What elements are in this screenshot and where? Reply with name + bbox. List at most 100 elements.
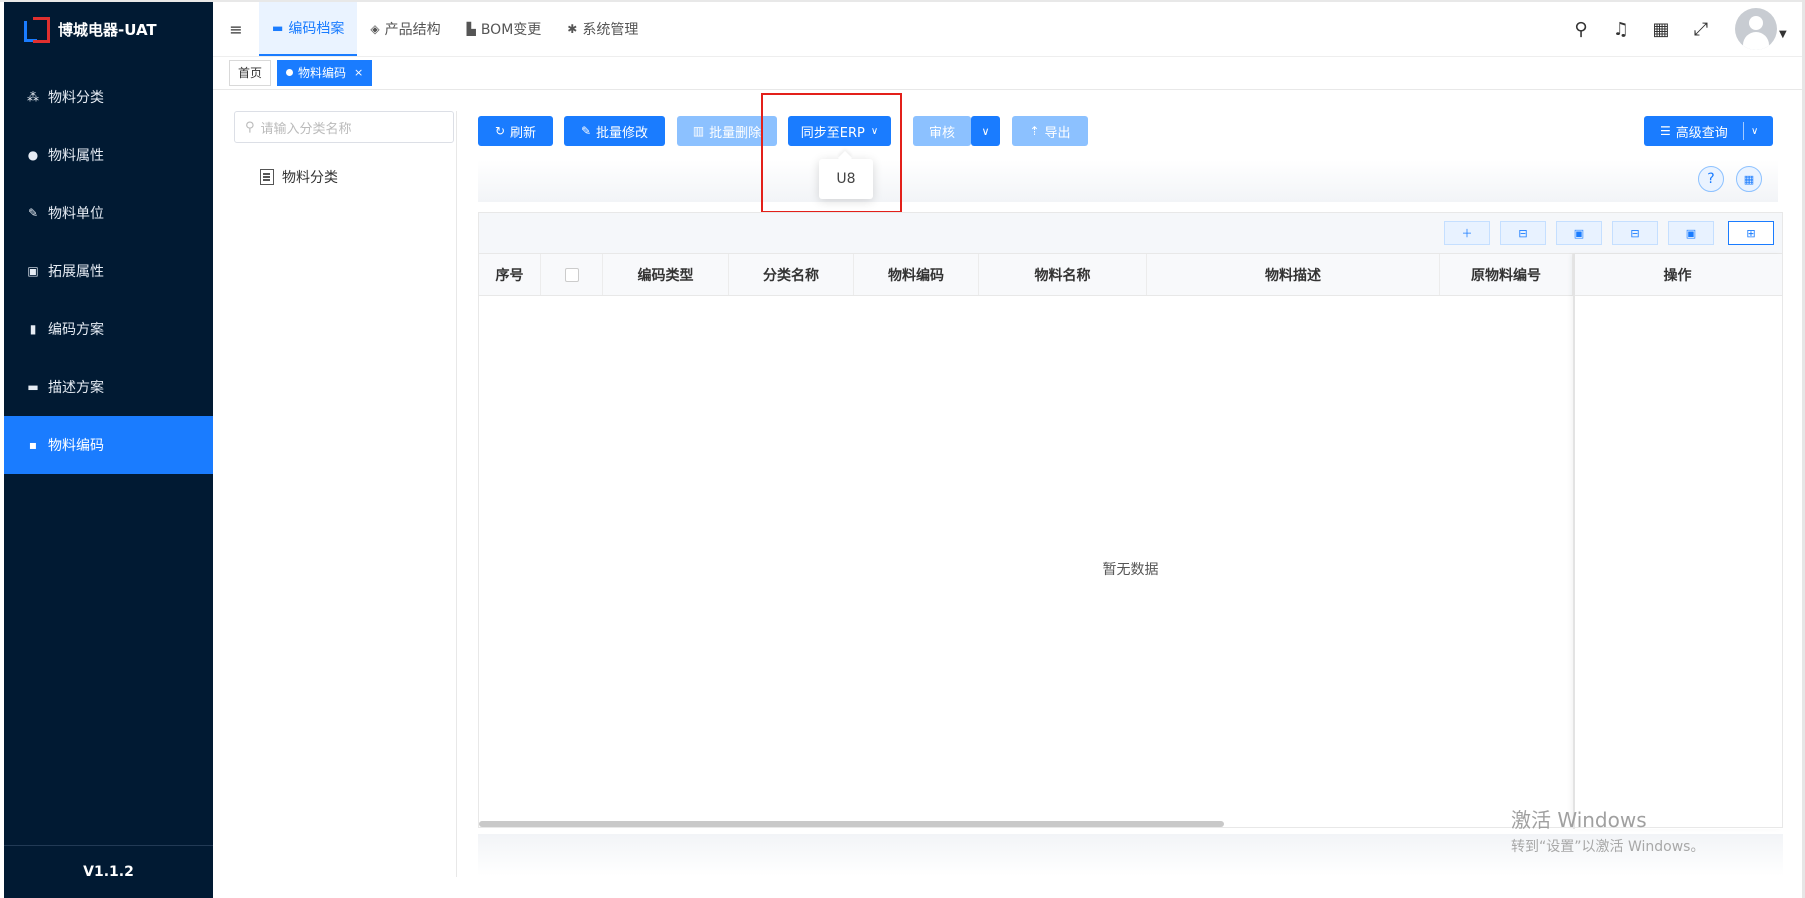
top-menu-label: 系统管理 <box>582 22 639 38</box>
tab-label: 首页 <box>238 66 263 80</box>
fixed-actions-column <box>1573 254 1783 829</box>
audit-dropdown-button[interactable]: ∨ <box>971 116 1000 146</box>
sidebar-item-label: 描述方案 <box>48 380 104 396</box>
button-label: 刷新 <box>510 125 537 141</box>
fullscreen-icon[interactable]: ⤢ <box>1681 19 1721 40</box>
select-all-checkbox[interactable] <box>564 267 579 282</box>
sync-erp-dropdown-button[interactable]: 同步至ERP ∨ <box>788 116 891 146</box>
grid-icon: ⁂ <box>27 90 39 104</box>
import-icon[interactable]: ⊟ <box>1500 221 1546 245</box>
note-icon: ▪ <box>28 438 38 452</box>
batch-edit-button[interactable]: ✎ 批量修改 <box>564 116 665 146</box>
app-version: V1.1.2 <box>4 845 213 898</box>
sidebar: 博城电器-UAT ⁂ 物料分类 ● 物料属性 ✎ 物料单位 ▣ 拓展属性 ▮ 编… <box>4 2 213 898</box>
column-header-select[interactable] <box>541 254 603 295</box>
excel-icon[interactable]: ▣ <box>1556 221 1602 245</box>
tabs-bar: 首页 物料编码 × <box>213 56 1805 90</box>
refresh-icon: ↻ <box>494 124 506 138</box>
tab-label: 物料编码 <box>298 66 347 80</box>
tab-material-code[interactable]: 物料编码 × <box>277 59 373 86</box>
chevron-down-icon: ∨ <box>870 125 879 137</box>
button-label: 审核 <box>928 125 955 141</box>
button-label: 批量修改 <box>596 125 649 141</box>
info-icon: ● <box>27 148 39 162</box>
layout-grid-icon[interactable]: ⊞ <box>1728 221 1774 245</box>
column-header-original-code[interactable]: 原物料编号 <box>1440 254 1573 295</box>
column-header-index[interactable]: 序号 <box>479 254 541 295</box>
book-icon: ▮ <box>29 322 37 336</box>
hammer-icon: ✎ <box>27 206 39 220</box>
bell-icon[interactable]: ♫ <box>1601 19 1641 40</box>
top-menu-bom-change[interactable]: ▙ BOM变更 <box>454 2 555 56</box>
avatar[interactable] <box>1735 8 1777 50</box>
export-button[interactable]: ⇡ 导出 <box>1012 116 1088 146</box>
sync-erp-option-u8[interactable]: U8 <box>819 159 873 199</box>
add-row-icon[interactable]: ＋ <box>1444 221 1490 245</box>
dropdown-option-label: U8 <box>836 171 856 187</box>
top-menu-label: 编码档案 <box>288 21 345 37</box>
close-icon[interactable]: × <box>354 66 363 79</box>
top-menu: ▬ 编码档案 ◈ 产品结构 ▙ BOM变更 ✱ 系统管理 <box>259 2 651 56</box>
tree-node-label: 物料分类 <box>282 170 338 186</box>
button-label: 高级查询 <box>1675 125 1728 141</box>
folder-icon: ▬ <box>272 21 284 35</box>
audit-button[interactable]: 审核 <box>913 116 971 146</box>
settings-grid-icon[interactable]: ▦ <box>1736 166 1762 192</box>
collapse-sidebar-icon[interactable]: ≡ <box>213 20 259 39</box>
column-header-material-code[interactable]: 物料编码 <box>854 254 979 295</box>
watermark-line2: 转到“设置”以激活 Windows。 <box>1511 839 1705 855</box>
app-title: 博城电器-UAT <box>58 20 157 39</box>
sidebar-item-extended-attribute[interactable]: ▣ 拓展属性 <box>4 242 213 300</box>
batch-delete-button[interactable]: ▥ 批量删除 <box>677 116 777 146</box>
sidebar-item-label: 物料属性 <box>48 148 104 164</box>
sidebar-item-description-scheme[interactable]: ▬ 描述方案 <box>4 358 213 416</box>
top-menu-label: 产品结构 <box>384 22 441 38</box>
export-excel-icon[interactable]: ▣ <box>1668 221 1714 245</box>
empty-state-text: 暂无数据 <box>1102 562 1159 578</box>
app-logo[interactable]: 博城电器-UAT <box>4 2 213 56</box>
upload-icon: ⇡ <box>1029 124 1040 138</box>
column-header-material-name[interactable]: 物料名称 <box>979 254 1147 295</box>
print-icon[interactable]: ⊟ <box>1612 221 1658 245</box>
top-header: ≡ ▬ 编码档案 ◈ 产品结构 ▙ BOM变更 ✱ 系统管理 ⚲ ♫ ▦ ⤢ ▼ <box>213 2 1805 57</box>
sidebar-item-material-attribute[interactable]: ● 物料属性 <box>4 126 213 184</box>
gear-icon: ✱ <box>567 22 578 36</box>
category-search-input[interactable]: ⚲ 请输入分类名称 <box>234 111 454 143</box>
advanced-query-button[interactable]: ☰ 高级查询 ∨ <box>1644 116 1773 146</box>
trash-icon: ▥ <box>692 124 705 138</box>
help-icon[interactable]: ? <box>1698 166 1724 192</box>
logo-icon <box>24 17 50 43</box>
search-icon: ⚲ <box>245 119 255 135</box>
layers-icon: ◈ <box>370 22 380 36</box>
column-header-material-description[interactable]: 物料描述 <box>1147 254 1440 295</box>
monitor-icon: ▬ <box>27 380 39 394</box>
tree-icon: ▙ <box>466 22 476 36</box>
tree-node-material-category[interactable]: 物料分类 <box>260 167 456 187</box>
divider <box>1743 122 1744 140</box>
button-label: 导出 <box>1044 125 1071 141</box>
toolbar: ↻ 刷新 ✎ 批量修改 ▥ 批量删除 同步至ERP ∨ 审核 ∨ ⇡ 导出 ☰ … <box>478 116 1773 146</box>
qrcode-icon[interactable]: ▦ <box>1641 19 1681 40</box>
sidebar-item-label: 物料单位 <box>48 206 104 222</box>
horizontal-scrollbar[interactable] <box>479 821 1224 827</box>
sidebar-item-label: 物料分类 <box>48 90 104 106</box>
chevron-down-icon: ∨ <box>981 124 990 138</box>
column-header-category-name[interactable]: 分类名称 <box>729 254 854 295</box>
table-tools: ＋ ⊟ ▣ ⊟ ▣ ⊞ <box>479 213 1782 254</box>
sidebar-item-label: 拓展属性 <box>48 264 104 280</box>
top-menu-product-structure[interactable]: ◈ 产品结构 <box>357 2 453 56</box>
active-dot-icon <box>286 69 294 76</box>
search-icon[interactable]: ⚲ <box>1561 19 1601 40</box>
chevron-down-icon[interactable]: ∨ <box>1751 126 1758 137</box>
column-header-code-type[interactable]: 编码类型 <box>603 254 729 295</box>
sidebar-item-material-unit[interactable]: ✎ 物料单位 <box>4 184 213 242</box>
sidebar-item-label: 物料编码 <box>48 438 104 454</box>
top-menu-system-management[interactable]: ✱ 系统管理 <box>554 2 651 56</box>
sidebar-item-coding-scheme[interactable]: ▮ 编码方案 <box>4 300 213 358</box>
sidebar-item-material-category[interactable]: ⁂ 物料分类 <box>4 68 213 126</box>
sidebar-item-material-code[interactable]: ▪ 物料编码 <box>4 416 213 474</box>
tab-home[interactable]: 首页 <box>229 59 272 86</box>
refresh-button[interactable]: ↻ 刷新 <box>478 116 553 146</box>
material-code-table: ＋ ⊟ ▣ ⊟ ▣ ⊞ 序号 编码类型 分类名称 物料编码 物料名称 物料描述 … <box>478 212 1783 829</box>
top-menu-coding-archive[interactable]: ▬ 编码档案 <box>259 2 358 56</box>
